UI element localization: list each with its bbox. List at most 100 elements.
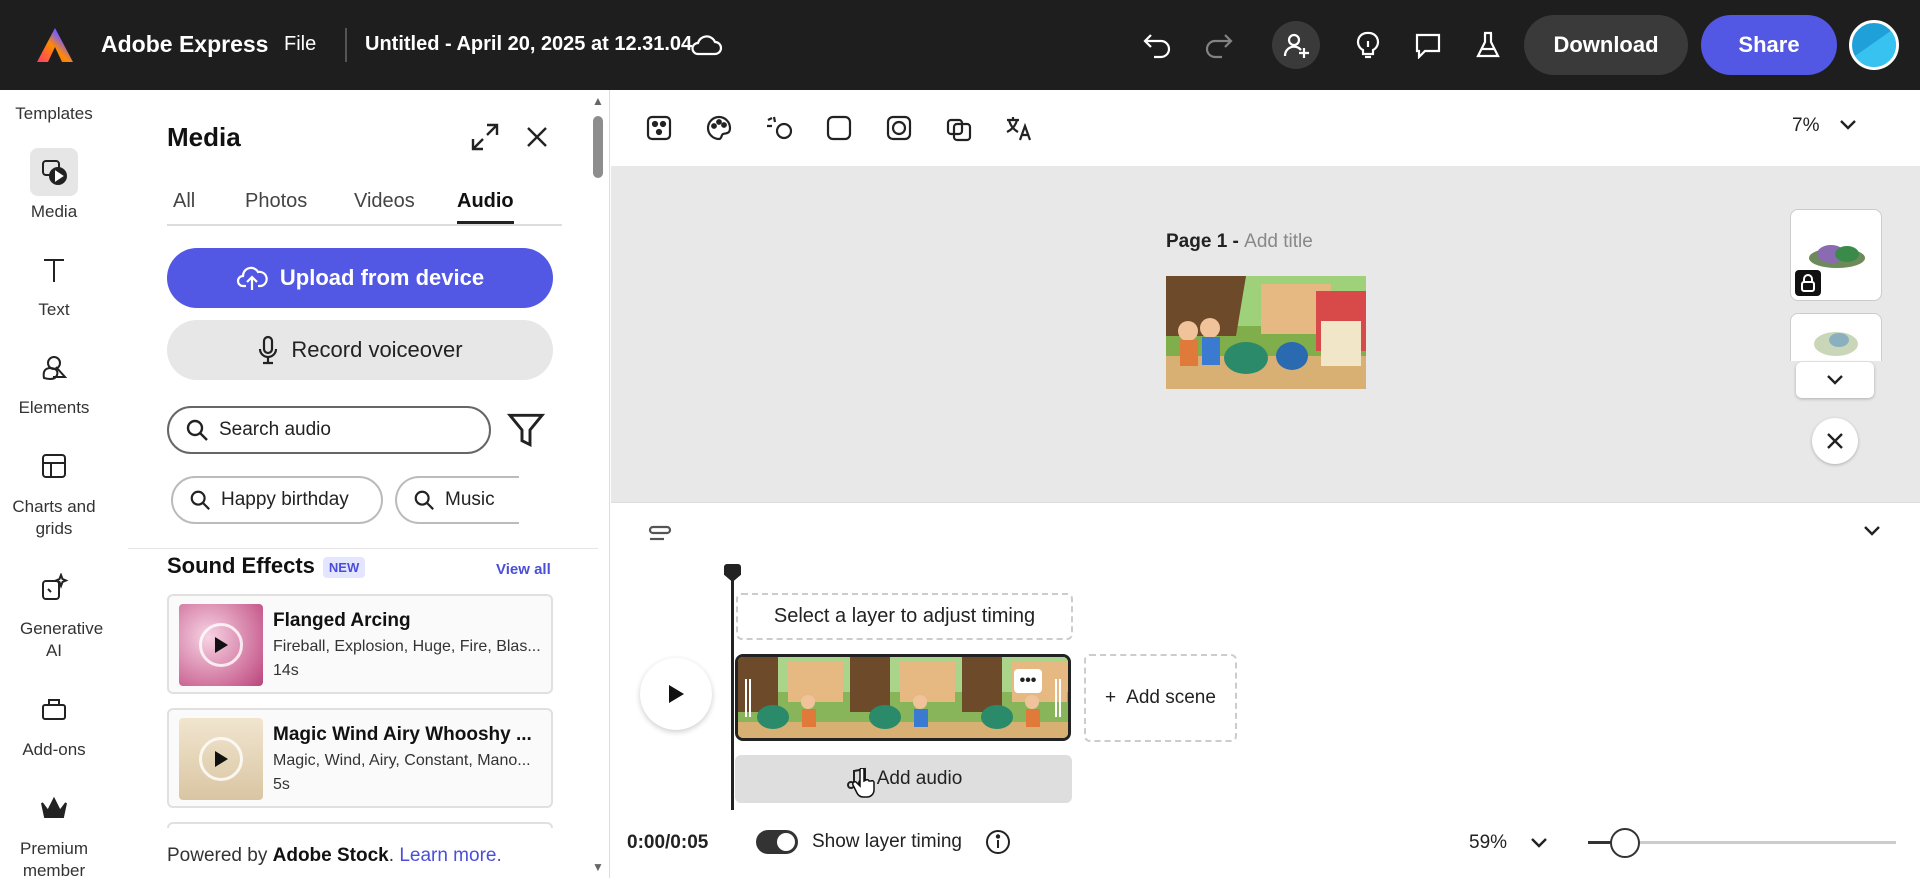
document-title[interactable]: Untitled - April 20, 2025 at 12.31.04 [365,33,692,56]
powered-by: Powered by Adobe Stock. Learn more. [167,845,502,867]
media-tabs: All Photos Videos Audio [167,190,562,226]
tab-videos[interactable]: Videos [354,190,415,221]
chevron-down-icon[interactable] [1529,836,1549,850]
playhead[interactable] [731,566,734,810]
shape-icon[interactable] [819,108,859,148]
download-button[interactable]: Download [1524,15,1688,75]
page-thumbnail[interactable] [1166,276,1366,389]
learn-more-link[interactable]: Learn more. [399,845,501,866]
new-badge: NEW [322,556,366,578]
play-button[interactable] [640,658,712,730]
panel-title: Media [167,122,241,152]
sound-thumbnail [179,604,263,686]
page-thumbnail-2[interactable] [1790,313,1882,361]
flask-icon[interactable] [1468,25,1508,65]
powered-prefix: Powered by [167,845,268,866]
feather-thumbnail [1814,332,1858,356]
drag-handle-icon[interactable] [648,524,672,544]
close-icon[interactable] [524,124,550,150]
rail-item-media[interactable]: Media [0,148,108,222]
canvas-zoom[interactable]: 7% [1792,115,1819,137]
search-icon [414,490,434,510]
page-number: Page 1 - [1166,231,1239,252]
rail-item-charts[interactable]: Charts and grids [0,442,108,540]
mask-icon[interactable] [879,108,919,148]
sound-name: Magic Wind Airy Whooshy ... [273,724,532,745]
add-audio-label: Add audio [876,768,963,789]
text-icon [30,246,78,294]
panel-scroll-down[interactable]: ▼ [592,860,604,874]
add-ons-icon [30,686,78,734]
lock-icon[interactable] [1795,270,1821,296]
sound-item[interactable]: Flanged Arcing Fireball, Explosion, Huge… [167,594,553,694]
play-icon[interactable] [199,737,243,781]
panel-scrollbar[interactable] [593,116,603,178]
share-button[interactable]: Share [1701,15,1837,75]
rail-item-text[interactable]: Text [0,246,108,320]
info-icon[interactable] [985,829,1011,855]
clip-trim-left-handle[interactable] [745,679,751,717]
effects-icon[interactable] [759,108,799,148]
timeline-zoom[interactable]: 59% [1469,832,1507,854]
more-options-icon[interactable]: ••• [1014,669,1042,693]
add-title-link[interactable]: Add title [1244,231,1313,252]
scene-clip[interactable]: ••• [735,654,1071,741]
translate-icon[interactable] [999,108,1039,148]
upload-button[interactable]: Upload from device [167,248,553,308]
expand-icon[interactable] [470,122,500,152]
search-icon [190,490,210,510]
sound-item-partial [167,822,553,828]
color-palette-icon[interactable] [699,108,739,148]
sound-item[interactable]: Magic Wind Airy Whooshy ... Magic, Wind,… [167,708,553,808]
rail-label: Media [30,202,78,221]
chevron-down-icon[interactable] [1839,118,1857,132]
undo-icon[interactable] [1138,25,1178,65]
charts-icon [30,442,78,490]
rail-item-generative-ai[interactable]: Generative AI [0,564,108,662]
generative-ai-icon [30,564,78,612]
show-layer-timing-toggle[interactable] [756,830,798,854]
layers-icon[interactable] [939,108,979,148]
search-input[interactable]: Search audio [167,406,491,454]
tab-all[interactable]: All [173,190,195,221]
add-audio-button[interactable]: Add audio [735,755,1072,803]
sound-name: Flanged Arcing [273,610,411,631]
sound-tags: Magic, Wind, Airy, Constant, Mano... [273,752,531,769]
view-all-link[interactable]: View all [496,561,551,578]
redo-icon[interactable] [1198,25,1238,65]
chip-label: Music [445,489,495,510]
rail-item-premium[interactable]: Premium member [0,784,108,882]
chip-music[interactable]: Music [395,476,519,524]
comment-icon[interactable] [1408,25,1448,65]
page-thumbnail-1[interactable] [1790,209,1882,301]
lightbulb-icon[interactable] [1348,25,1388,65]
rail-item-templates[interactable]: Templates [0,104,108,124]
timeline-zoom-slider-knob[interactable] [1609,828,1640,858]
chip-happy-birthday[interactable]: Happy birthday [171,476,383,524]
rail-item-elements[interactable]: Elements [0,344,108,418]
powered-brand: Adobe Stock [272,845,389,866]
thumbnails-scroll-down[interactable] [1796,362,1874,398]
avatar[interactable] [1849,20,1899,70]
adobe-logo-icon[interactable] [36,27,74,63]
filter-icon[interactable] [506,410,546,450]
clip-trim-right-handle[interactable] [1055,679,1061,717]
tab-audio[interactable]: Audio [457,190,514,224]
microphone-icon [259,335,278,365]
hand-cursor-icon [852,768,875,798]
playback-time: 0:00/0:05 [627,832,709,853]
panel-scroll-up[interactable]: ▲ [592,94,604,108]
play-icon[interactable] [199,623,243,667]
animate-icon[interactable] [639,108,679,148]
record-voiceover-button[interactable]: Record voiceover [167,320,553,380]
close-thumbnails-button[interactable] [1812,418,1858,464]
close-icon [1827,433,1843,449]
tab-photos[interactable]: Photos [245,190,307,221]
add-scene-button[interactable]: + Add scene [1084,654,1237,742]
invite-user-icon[interactable] [1272,21,1320,69]
media-panel: Media All Photos Videos Audio Upload fro… [108,90,610,878]
chevron-down-icon[interactable] [1862,524,1882,538]
cloud-icon[interactable] [686,25,726,65]
rail-item-add-ons[interactable]: Add-ons [0,686,108,760]
file-menu[interactable]: File [284,33,316,56]
